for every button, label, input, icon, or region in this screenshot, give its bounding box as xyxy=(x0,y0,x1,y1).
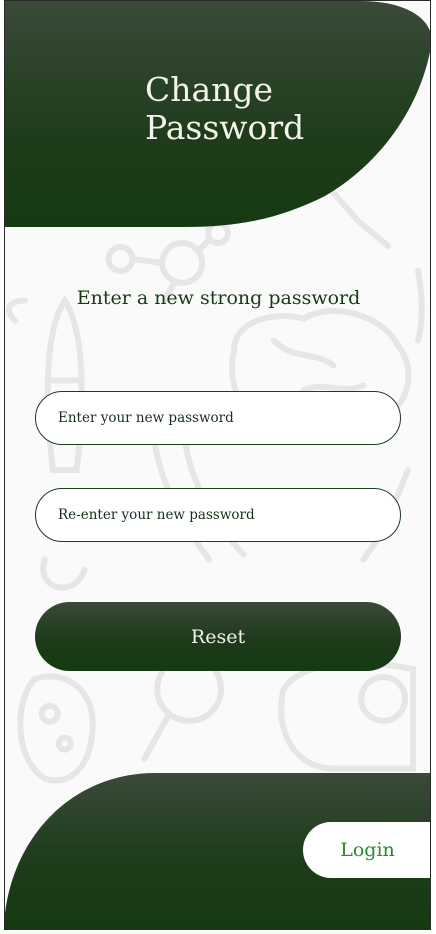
form-subtitle: Enter a new strong password xyxy=(76,287,361,309)
login-button[interactable]: Login xyxy=(303,822,430,878)
reset-button[interactable]: Reset xyxy=(35,602,401,671)
new-password-field[interactable] xyxy=(35,391,401,445)
page-title-line2: Password xyxy=(145,108,305,147)
app-screen: Change Password Enter a new strong passw… xyxy=(4,0,431,930)
page-title-line1: Change xyxy=(145,70,274,109)
confirm-password-field[interactable] xyxy=(35,488,401,542)
page-title: Change Password xyxy=(145,71,345,147)
